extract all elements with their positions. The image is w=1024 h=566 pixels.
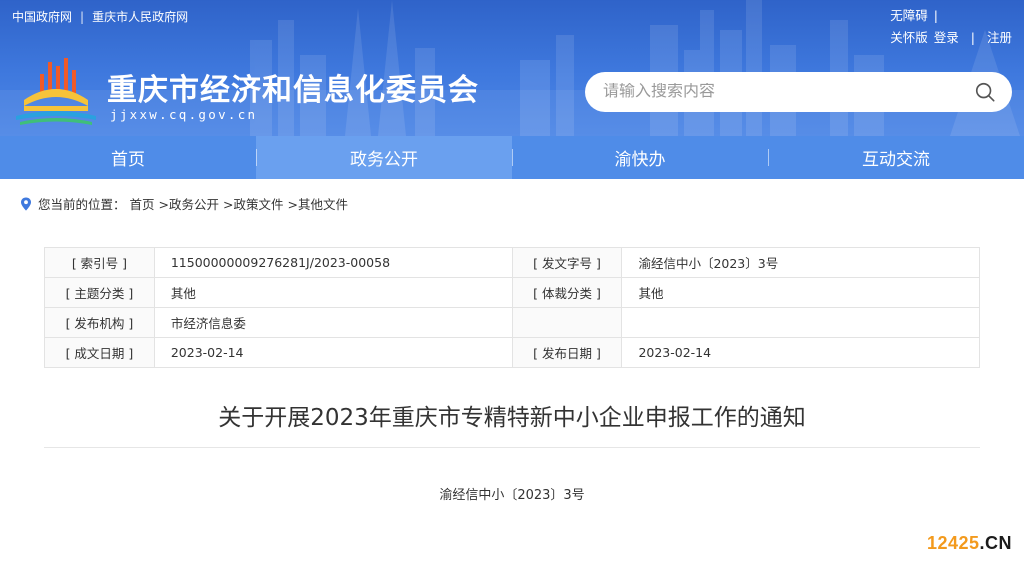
meta-label: [ 成文日期 ] (44, 337, 155, 368)
table-row: [ 主题分类 ] 其他 [ 体裁分类 ] 其他 (44, 277, 980, 308)
breadcrumb-gov-affairs[interactable]: >政务公开 (159, 194, 219, 213)
meta-value-empty (621, 307, 980, 338)
article-title: 关于开展2023年重庆市专精特新中小企业申报工作的通知 (218, 405, 806, 431)
login-link[interactable]: 登录 (934, 28, 959, 47)
search-input[interactable] (603, 83, 974, 101)
location-pin-icon (21, 197, 31, 210)
watermark: 12425.CN (927, 533, 1012, 554)
breadcrumb-prefix: 您当前的位置： (38, 197, 126, 212)
search-icon[interactable] (974, 81, 996, 103)
site-title[interactable]: 重庆市经济和信息化委员会 (107, 65, 479, 109)
register-link[interactable]: 注册 (987, 28, 1012, 47)
article-doc-number: 渝经信中小〔2023〕3号 (439, 488, 585, 503)
separator: | (970, 30, 975, 45)
meta-value-published: 2023-02-14 (621, 337, 980, 368)
logo-emblem-icon[interactable] (14, 56, 98, 126)
table-row: [ 成文日期 ] 2023-02-14 [ 发布日期 ] 2023-02-14 (44, 337, 980, 368)
nav-item-yukuaiban[interactable]: 渝快办 (512, 136, 768, 179)
meta-value-genre: 其他 (621, 277, 980, 308)
meta-label: [ 体裁分类 ] (511, 277, 623, 308)
link-cq-gov[interactable]: 重庆市人民政府网 (92, 8, 188, 25)
main-nav: 首页 政务公开 渝快办 互动交流 (0, 136, 1024, 179)
breadcrumb-other-files[interactable]: >其他文件 (288, 194, 348, 213)
breadcrumb: 您当前的位置： 首页 >政务公开 >政策文件 >其他文件 (20, 194, 348, 213)
meta-value-topic: 其他 (153, 277, 513, 308)
table-row: [ 索引号 ] 11500000009276281J/2023-00058 [ … (44, 247, 980, 278)
link-gov-cn[interactable]: 中国政府网 (12, 8, 72, 25)
meta-label-empty (511, 307, 623, 338)
search-box (585, 72, 1012, 112)
meta-value-created: 2023-02-14 (153, 337, 513, 368)
site-domain: jjxxw.cq.gov.cn (110, 107, 258, 122)
separator: | (933, 8, 938, 23)
nav-item-home[interactable]: 首页 (0, 136, 256, 179)
meta-label: [ 索引号 ] (44, 247, 155, 278)
top-links: 中国政府网 | 重庆市人民政府网 (12, 8, 188, 25)
meta-label: [ 发文字号 ] (511, 247, 623, 278)
separator: | (80, 9, 85, 24)
breadcrumb-policy-files[interactable]: >政策文件 (223, 194, 283, 213)
meta-value-issuer: 市经济信息委 (153, 307, 513, 338)
watermark-tld: .CN (979, 533, 1012, 553)
accessibility-link[interactable]: 无障碍 (890, 6, 928, 25)
meta-value-doc-no: 渝经信中小〔2023〕3号 (621, 247, 980, 278)
user-links: 无障碍 | 关怀版 登录 | 注册 (890, 6, 1012, 47)
nav-item-gov-affairs[interactable]: 政务公开 (256, 136, 512, 179)
care-mode-link[interactable]: 关怀版 (890, 28, 928, 47)
divider (44, 447, 980, 448)
watermark-number: 12425 (926, 533, 980, 553)
meta-label: [ 发布机构 ] (44, 307, 155, 338)
table-row: [ 发布机构 ] 市经济信息委 (44, 307, 980, 338)
site-header: 中国政府网 | 重庆市人民政府网 无障碍 | 关怀版 登录 | 注册 重庆市经济… (0, 0, 1024, 136)
meta-label: [ 主题分类 ] (44, 277, 155, 308)
document-meta-table: [ 索引号 ] 11500000009276281J/2023-00058 [ … (44, 247, 980, 368)
meta-value-index-no: 11500000009276281J/2023-00058 (153, 247, 513, 278)
nav-item-interaction[interactable]: 互动交流 (768, 136, 1024, 179)
breadcrumb-home[interactable]: 首页 (130, 194, 155, 213)
meta-label: [ 发布日期 ] (511, 337, 623, 368)
